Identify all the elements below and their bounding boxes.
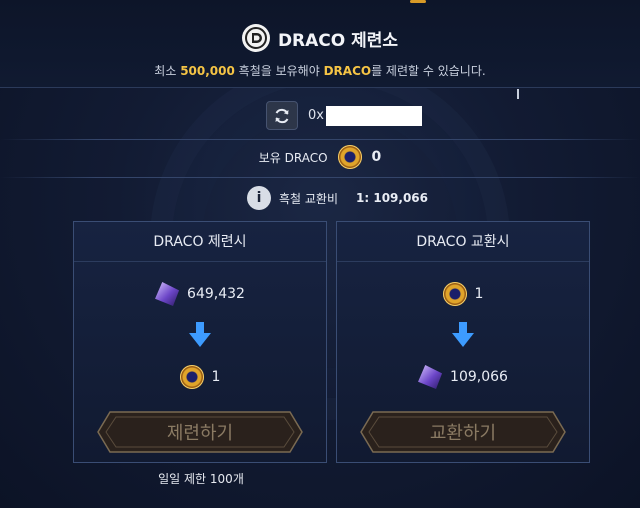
title-row: DRACO 제련소 xyxy=(0,24,640,52)
draco-coin-icon xyxy=(179,365,204,389)
exchange-output-row: 109,066 xyxy=(337,365,589,389)
refine-button-label: 제련하기 xyxy=(166,423,234,444)
refresh-button[interactable] xyxy=(266,101,298,130)
black-iron-icon xyxy=(418,365,443,389)
draco-logo-icon xyxy=(241,24,270,52)
refine-panel: DRACO 제련시 649,432 1 제련하기 xyxy=(73,221,327,463)
info-icon[interactable]: i xyxy=(247,186,271,210)
top-edge-decoration xyxy=(410,0,426,3)
daily-limit-text: 일일 제한 100개 xyxy=(158,472,244,486)
exchange-rate-label: 흑철 교환비 xyxy=(279,191,339,206)
page-title: DRACO 제련소 xyxy=(277,30,399,51)
exchange-button[interactable]: 교환하기 xyxy=(359,408,567,456)
refresh-icon xyxy=(275,108,289,123)
subtitle-mid: 흑철을 보유해야 xyxy=(234,64,324,78)
exchange-panel-title: DRACO 교환시 xyxy=(337,222,589,262)
refine-button[interactable]: 제련하기 xyxy=(96,408,304,456)
refine-output-amount: 1 xyxy=(211,369,221,385)
exchange-rate-row: i 흑철 교환비 1: 109,066 xyxy=(247,186,428,210)
exchange-rate-value: 1: 109,066 xyxy=(356,191,428,205)
refine-input-row: 649,432 xyxy=(74,282,326,306)
holding-label: 보유 DRACO xyxy=(258,150,328,165)
refine-output-row: 1 xyxy=(74,365,326,389)
page-subtitle: 최소 500,000 흑철을 보유해야 DRACO를 제련할 수 있습니다. xyxy=(0,62,640,79)
exchange-panel: DRACO 교환시 1 109,066 교환하기 xyxy=(336,221,590,463)
refine-input-amount: 649,432 xyxy=(187,286,245,302)
refine-panel-title: DRACO 제련시 xyxy=(74,222,326,262)
divider xyxy=(0,177,640,178)
divider xyxy=(0,139,640,140)
draco-coin-icon xyxy=(337,145,362,169)
arrow-down-icon xyxy=(452,322,474,347)
subtitle-prefix: 최소 xyxy=(154,64,181,78)
arrow-down-icon xyxy=(189,322,211,347)
exchange-input-row: 1 xyxy=(337,282,589,306)
exchange-output-amount: 109,066 xyxy=(450,369,508,385)
text-cursor xyxy=(517,89,519,99)
draco-coin-icon xyxy=(442,282,467,306)
wallet-address-row: 0x xyxy=(266,101,422,130)
wallet-address-prefix: 0x xyxy=(308,108,324,123)
wallet-address-redacted xyxy=(325,105,422,126)
black-iron-icon xyxy=(155,282,180,306)
subtitle-suffix: 를 제련할 수 있습니다. xyxy=(371,64,486,78)
holding-value: 0 xyxy=(371,149,382,165)
exchange-button-label: 교환하기 xyxy=(429,423,497,444)
holding-row: 보유 DRACO 0 xyxy=(0,145,640,169)
subtitle-amount: 500,000 xyxy=(180,64,235,78)
subtitle-token: DRACO xyxy=(323,64,372,78)
exchange-input-amount: 1 xyxy=(474,286,484,302)
